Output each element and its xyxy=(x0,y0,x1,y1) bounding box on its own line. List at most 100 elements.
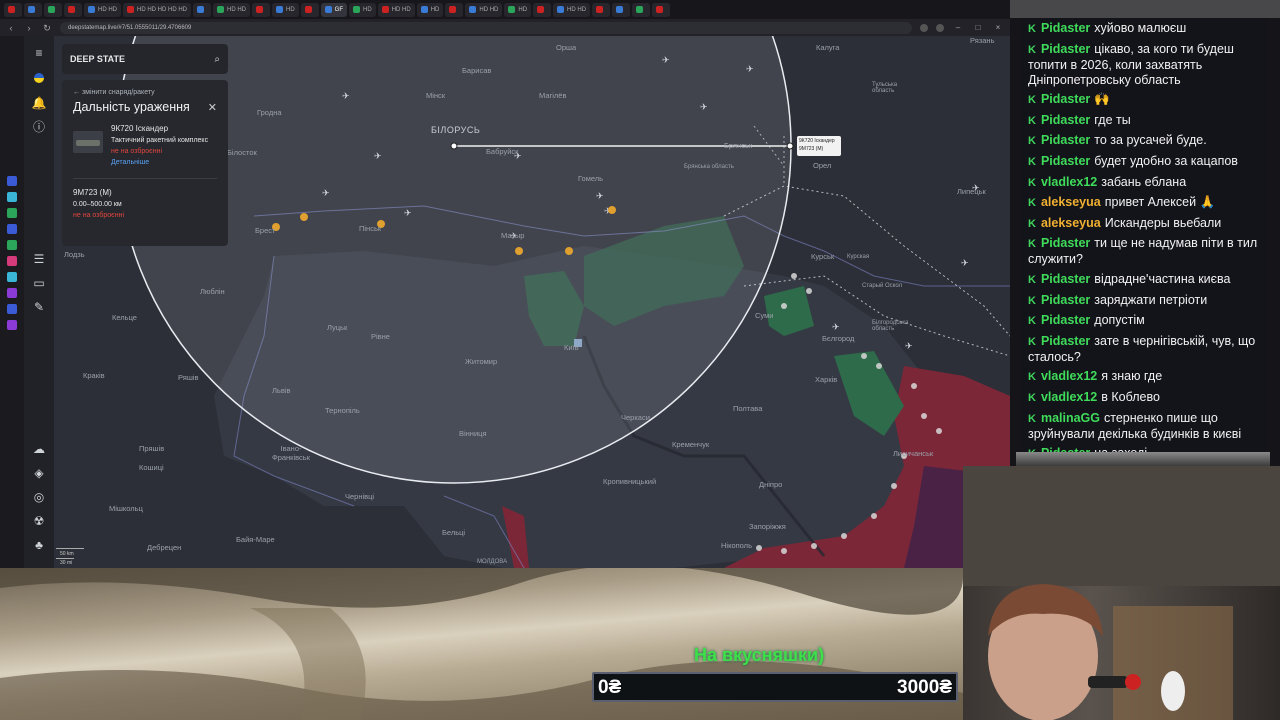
sidebar-app-icon[interactable] xyxy=(7,192,17,202)
chat-username[interactable]: Pidaster xyxy=(1041,236,1090,250)
sidebar-app-icon[interactable] xyxy=(7,320,17,330)
tab-favicon-icon xyxy=(616,6,624,13)
city-label: Рязань xyxy=(970,36,995,45)
minimize-icon[interactable]: – xyxy=(952,23,964,32)
city-label: Бельці xyxy=(442,528,466,537)
military-icon[interactable]: ♣ xyxy=(28,534,50,556)
chat-username[interactable]: alekseyua xyxy=(1041,216,1101,230)
sidebar-app-icon[interactable] xyxy=(7,176,17,186)
browser-tab[interactable] xyxy=(445,2,464,17)
browser-tab[interactable] xyxy=(652,2,671,17)
sidebar-app-icon[interactable] xyxy=(7,304,17,314)
close-window-icon[interactable]: × xyxy=(992,23,1004,32)
browser-tab[interactable]: HD HD xyxy=(377,2,415,17)
search-icon[interactable]: ⌕ xyxy=(214,54,220,65)
extension-icon[interactable] xyxy=(920,23,928,32)
browser-tab[interactable]: GF xyxy=(320,2,348,17)
browser-tab[interactable] xyxy=(4,2,22,17)
chat-username[interactable]: Pidaster xyxy=(1041,334,1090,348)
browser-tab[interactable] xyxy=(533,2,552,17)
chat-text: заряджати петріоти xyxy=(1094,292,1208,307)
browser-tab[interactable] xyxy=(632,2,651,17)
chat-username[interactable]: vladlex12 xyxy=(1041,390,1097,404)
weather-icon[interactable]: ☁ xyxy=(28,438,50,460)
sidebar-app-icon[interactable] xyxy=(7,224,17,234)
weapon-range-icon[interactable]: ▭ xyxy=(28,272,50,294)
city-label: Дебрецен xyxy=(147,543,182,552)
change-missile-link[interactable]: ← змінити снаряд/ракету xyxy=(73,89,217,96)
chat-username[interactable]: Pidaster xyxy=(1041,113,1090,127)
sidebar-app-icon[interactable] xyxy=(7,288,17,298)
chat-text: Искандеры вьебали xyxy=(1104,215,1222,230)
chat-username[interactable]: vladlex12 xyxy=(1041,369,1097,383)
browser-tab[interactable]: HD xyxy=(272,2,299,17)
reload-icon[interactable]: ↻ xyxy=(42,23,52,33)
range-center-handle[interactable] xyxy=(450,142,458,150)
deepstate-logo[interactable]: DEEP STATE xyxy=(70,54,130,64)
browser-tab[interactable]: HD xyxy=(504,2,532,17)
sidebar-app-icon[interactable] xyxy=(7,240,17,250)
browser-tab[interactable] xyxy=(592,2,611,17)
ukraine-flag-icon[interactable] xyxy=(28,68,50,90)
browser-tab[interactable] xyxy=(252,2,270,17)
chat-username[interactable]: vladlex12 xyxy=(1041,175,1097,189)
close-icon[interactable]: ✕ xyxy=(208,101,217,114)
browser-sidebar xyxy=(0,36,24,568)
chat-text: забань еблана xyxy=(1101,174,1187,189)
chat-username[interactable]: Pidaster xyxy=(1041,293,1090,307)
chat-username[interactable]: Pidaster xyxy=(1041,92,1090,106)
chat-username[interactable]: Pidaster xyxy=(1041,133,1090,147)
target-icon[interactable]: ◎ xyxy=(28,486,50,508)
tab-strip: HD HD HD HD HD HD HD HD HD HD GF HD HD HD HD HD … xyxy=(0,0,1010,19)
browser-tab[interactable]: HD HD HD HD HD xyxy=(123,2,191,17)
city-label: Київ xyxy=(564,343,579,352)
maximize-icon[interactable]: □ xyxy=(972,23,984,32)
browser-tab[interactable] xyxy=(44,2,62,17)
chat-username[interactable]: Pidaster xyxy=(1041,21,1090,35)
chat-username[interactable]: malinaGG xyxy=(1041,411,1100,425)
notification-bell-icon[interactable]: 🔔 xyxy=(28,92,50,114)
weapon-info[interactable]: 9К720 Іскандер Тактичний ракетний компле… xyxy=(73,123,217,168)
range-edge-handle[interactable] xyxy=(786,142,794,150)
sidebar-app-icon[interactable] xyxy=(7,208,17,218)
draw-tool-icon[interactable]: ✎ xyxy=(28,296,50,318)
radiation-icon[interactable]: ☢ xyxy=(28,510,50,532)
browser-tab[interactable]: HD HD xyxy=(465,2,503,17)
svg-text:✈: ✈ xyxy=(746,65,754,75)
city-label: Нікополь xyxy=(721,541,752,550)
chat-username[interactable]: Pidaster xyxy=(1041,42,1090,56)
info-icon[interactable]: ⓘ xyxy=(28,116,50,138)
browser-tab[interactable]: HD HD xyxy=(553,2,591,17)
browser-tab[interactable] xyxy=(24,2,42,17)
browser-tab[interactable] xyxy=(300,2,319,17)
city-label: Івано-Франківськ xyxy=(272,444,310,462)
browser-tab[interactable]: HD HD xyxy=(213,2,250,17)
browser-tab[interactable] xyxy=(612,2,631,17)
browser-tab[interactable] xyxy=(64,2,82,17)
browser-tab[interactable]: HD xyxy=(416,2,444,17)
details-link[interactable]: Детальніше xyxy=(111,157,208,168)
back-arrow-icon[interactable]: ‹ xyxy=(6,23,16,33)
browser-tab[interactable] xyxy=(193,2,211,17)
layers-icon[interactable]: ◈ xyxy=(28,462,50,484)
chat-username[interactable]: alekseyua xyxy=(1041,195,1101,209)
city-label: Суми xyxy=(755,311,774,320)
filters-icon[interactable]: ☰ xyxy=(28,248,50,270)
menu-icon[interactable]: ≡ xyxy=(28,42,50,64)
city-label: Калуга xyxy=(816,43,840,52)
chat-username[interactable]: Pidaster xyxy=(1041,313,1090,327)
chat-username[interactable]: Pidaster xyxy=(1041,272,1090,286)
browser-tab[interactable]: HD xyxy=(349,2,376,17)
chat-username[interactable]: Pidaster xyxy=(1041,154,1090,168)
tab-favicon-icon xyxy=(304,6,312,13)
region-label: Брянська область xyxy=(684,164,734,170)
chat-message: K Pidaster то за русачей буде. xyxy=(1028,133,1260,149)
forward-arrow-icon[interactable]: › xyxy=(24,23,34,33)
missile-name[interactable]: 9М723 (М) xyxy=(73,187,217,198)
extension-icon[interactable] xyxy=(936,23,944,32)
browser-tab[interactable]: HD HD xyxy=(84,2,121,17)
url-input[interactable]: deepstatemap.live/#7/51.0555011/29.47066… xyxy=(60,21,912,34)
tab-favicon-icon xyxy=(557,6,565,13)
sidebar-app-icon[interactable] xyxy=(7,256,17,266)
sidebar-app-icon[interactable] xyxy=(7,272,17,282)
